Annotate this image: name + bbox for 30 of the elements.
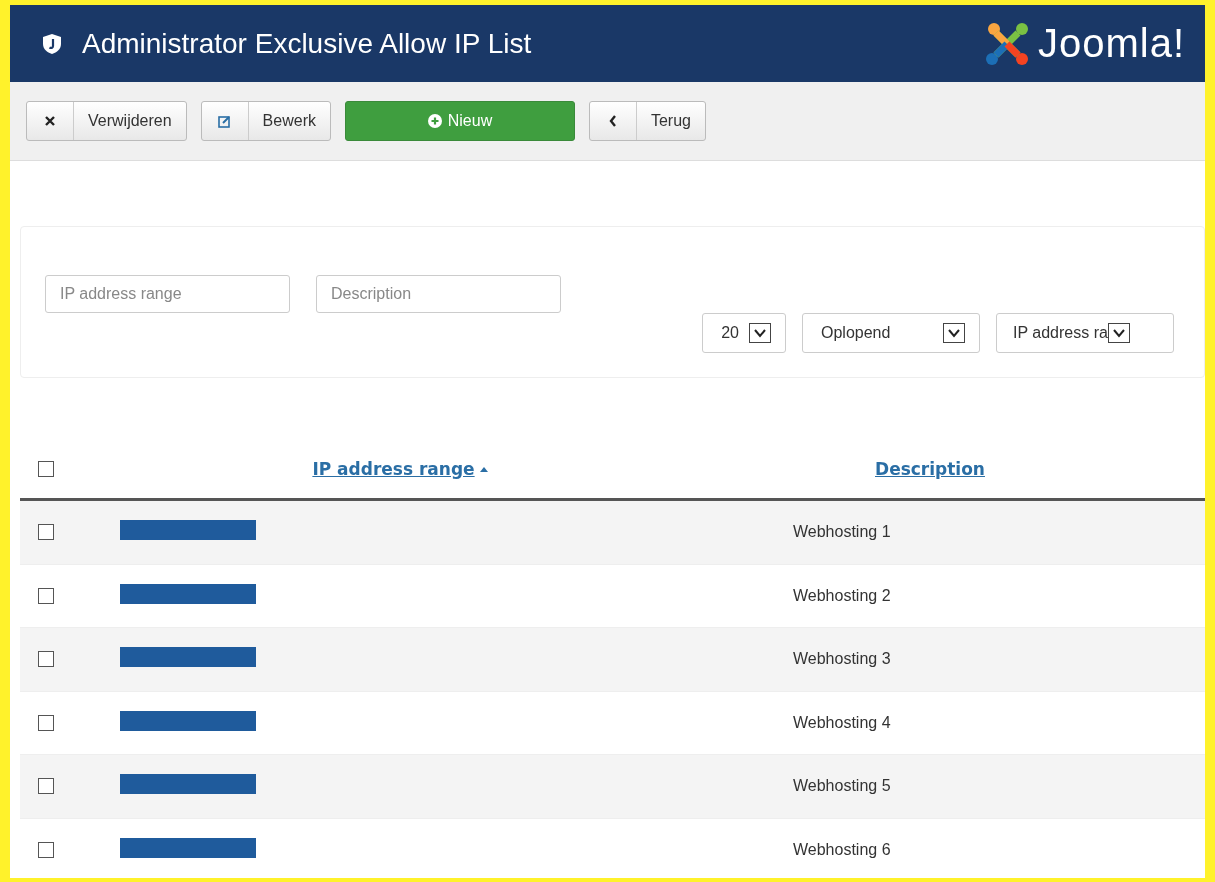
row-checkbox[interactable] [38, 651, 54, 668]
logo-text: Joomla! [1037, 21, 1185, 66]
search-field[interactable]: IP address range [45, 275, 290, 313]
shield-icon [42, 32, 62, 55]
table-cell: Webhosting 6 [793, 840, 891, 859]
table-cell: Webhosting 1 [793, 523, 891, 542]
chevron-left-icon [607, 115, 618, 127]
dropdown[interactable]: Oplopend [802, 313, 980, 353]
page-title: Administrator Exclusive Allow IP List [82, 27, 532, 60]
table-cell: Webhosting 5 [793, 777, 891, 796]
dropdown[interactable]: IP address ra [996, 313, 1174, 353]
search-field[interactable]: Description [316, 275, 561, 313]
column-header-link[interactable]: Description [875, 459, 985, 479]
dropdown[interactable]: 20 [702, 313, 786, 353]
plus-circle-icon [427, 114, 442, 128]
row-checkbox[interactable] [38, 714, 54, 731]
close-icon [44, 115, 56, 127]
row-checkbox[interactable] [38, 841, 54, 858]
column-header-link[interactable]: IP address range [312, 459, 475, 479]
row-checkbox[interactable] [38, 524, 54, 541]
edit-icon [218, 114, 232, 128]
delete-button[interactable]: Verwijderen [26, 101, 187, 141]
row-checkbox[interactable] [38, 778, 54, 795]
table-cell: Webhosting 4 [793, 713, 891, 732]
row-checkbox[interactable] [38, 587, 54, 604]
table-cell: Webhosting 3 [793, 650, 891, 669]
table-cell: Webhosting 2 [793, 586, 891, 605]
select-all-checkbox[interactable] [38, 461, 54, 477]
back-button[interactable]: Terug [588, 101, 706, 141]
edit-button[interactable]: Bewerk [200, 101, 331, 141]
